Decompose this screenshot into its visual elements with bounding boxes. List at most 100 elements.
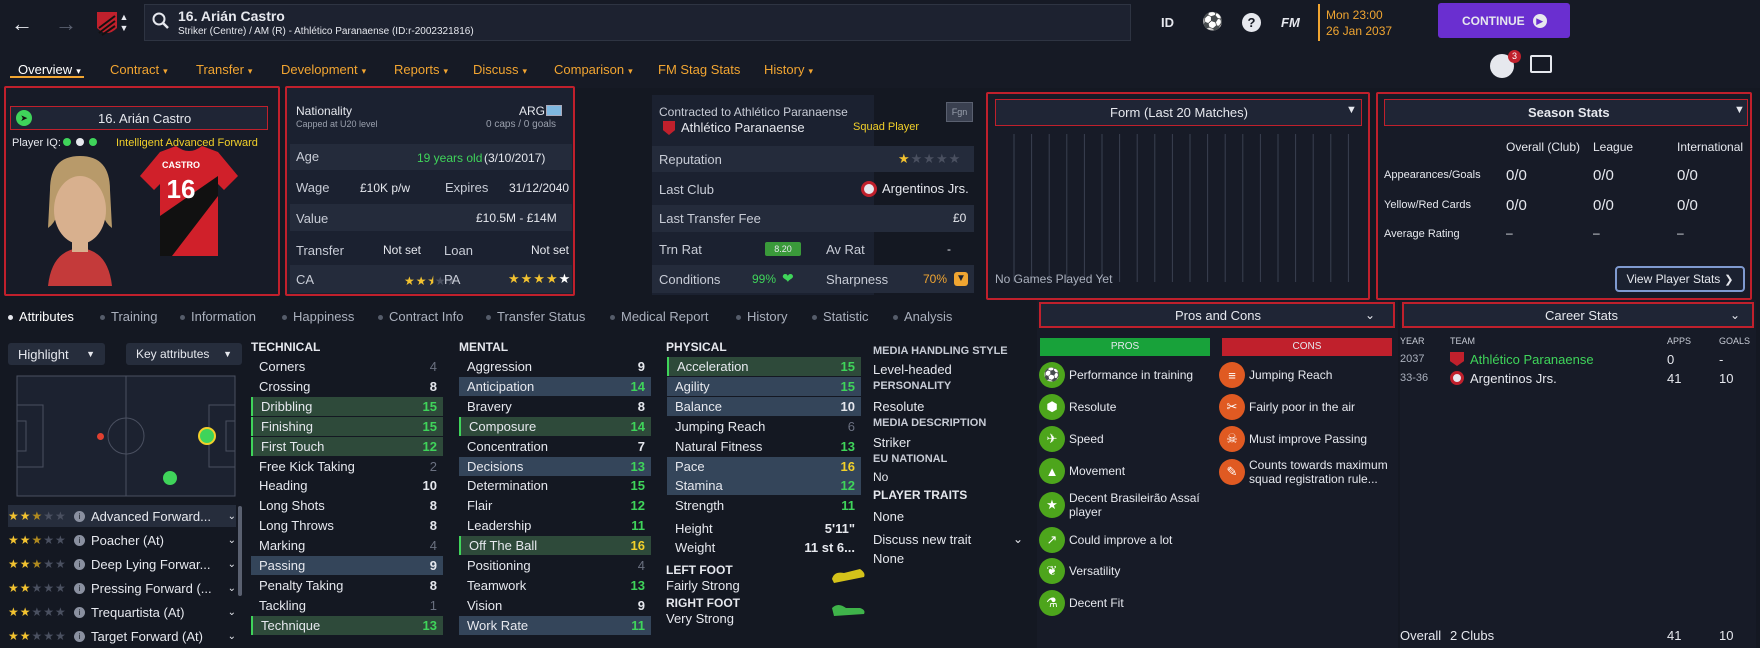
career-team[interactable]: Argentinos Jrs. [1470,371,1557,386]
attr-concentration[interactable]: Concentration 7 [459,437,651,456]
continue-button[interactable]: CONTINUE ▶ [1438,3,1570,38]
tab-contract-info[interactable]: Contract Info [378,309,463,324]
attr-anticipation[interactable]: Anticipation 14 [459,376,651,396]
club-crest-icon[interactable] [96,10,118,38]
attr-tackling[interactable]: Tackling 1 [251,596,443,615]
info-icon[interactable]: i [74,606,85,618]
shirt-number: 16 [166,174,196,204]
attr-acceleration[interactable]: Acceleration 15 [667,357,861,376]
role-item[interactable]: ★★★★★ i Pressing Forward (... ⌄ [8,577,236,599]
attr-long-throws[interactable]: Long Throws 8 [251,516,443,535]
info-icon[interactable]: i [74,558,85,570]
attr-value: 12 [422,438,437,454]
role-item[interactable]: ★★★★★ i Target Forward (At) ⌄ [8,625,236,647]
media-style-value: Level-headed [873,362,952,377]
attr-vision[interactable]: Vision 9 [459,596,651,615]
attr-decisions[interactable]: Decisions 13 [459,456,651,476]
career-team[interactable]: Athlético Paranaense [1470,352,1594,367]
chevron-down-icon: ⌄ [227,582,236,594]
attr-positioning[interactable]: Positioning 4 [459,556,651,575]
tab-attributes[interactable]: Attributes [8,309,74,324]
position-dot-red [97,433,104,440]
tab-transfer-status[interactable]: Transfer Status [486,309,585,324]
attr-corners[interactable]: Corners 4 [251,357,443,376]
attr-value: 9 [637,597,645,613]
tab-medical-report[interactable]: Medical Report [610,309,708,324]
attr-agility[interactable]: Agility 15 [667,376,861,396]
attr-dribbling[interactable]: Dribbling 15 [251,396,443,416]
tab-training[interactable]: Training [100,309,157,324]
attr-value: 9 [637,359,645,374]
fgn-badge[interactable]: Fgn [946,102,973,122]
last-club-value[interactable]: Argentinos Jrs. [882,181,969,196]
nav-item-comparison[interactable]: Comparison ▾ [554,62,633,77]
attr-crossing[interactable]: Crossing 8 [251,377,443,396]
attr-finishing[interactable]: Finishing 15 [251,416,443,436]
key-attributes-dropdown[interactable]: Key attributes ▼ [126,343,242,365]
attr-pace[interactable]: Pace 16 [667,456,861,476]
info-icon[interactable]: i [74,582,85,594]
attr-penalty-taking[interactable]: Penalty Taking 8 [251,576,443,595]
tab-analysis[interactable]: Analysis [893,309,952,324]
attr-marking[interactable]: Marking 4 [251,536,443,555]
attr-natural-fitness[interactable]: Natural Fitness 13 [667,437,861,456]
attr-value: 7 [637,438,645,454]
attr-determination[interactable]: Determination 15 [459,476,651,495]
screen-icon[interactable] [1530,55,1552,73]
back-arrow-icon[interactable]: ← [10,13,34,37]
attr-off-the-ball[interactable]: Off The Ball 16 [459,536,651,556]
attr-jumping-reach[interactable]: Jumping Reach 6 [667,417,861,436]
attr-passing[interactable]: Passing 9 [251,556,443,575]
highlight-dropdown[interactable]: Highlight ▼ [8,343,105,365]
tab-statistic[interactable]: Statistic [812,309,869,324]
nav-item-history[interactable]: History ▾ [764,62,813,77]
attr-stamina[interactable]: Stamina 12 [667,476,861,496]
id-icon[interactable]: ID [1161,15,1174,30]
attr-leadership[interactable]: Leadership 11 [459,516,651,535]
attr-aggression[interactable]: Aggression 9 [459,357,651,376]
nav-item-discuss[interactable]: Discuss ▾ [473,62,527,77]
attr-work-rate[interactable]: Work Rate 11 [459,615,651,635]
nav-item-contract[interactable]: Contract ▾ [110,62,168,77]
role-item[interactable]: ★★★★★ i Poacher (At) ⌄ [8,529,236,551]
roles-scrollbar[interactable] [238,506,242,596]
nav-item-reports[interactable]: Reports ▾ [394,62,448,77]
info-icon[interactable]: i [74,534,85,546]
tab-information[interactable]: Information [180,309,256,324]
attr-long-shots[interactable]: Long Shots 8 [251,496,443,515]
forward-arrow-icon[interactable]: → [54,13,78,37]
attr-name: Marking [259,538,306,554]
attr-composure[interactable]: Composure 14 [459,416,651,436]
date-line1: Mon 23:00 [1326,8,1383,22]
tab-happiness[interactable]: Happiness [282,309,354,324]
attr-heading[interactable]: Heading 10 [251,476,443,495]
attr-flair[interactable]: Flair 12 [459,496,651,515]
attr-balance[interactable]: Balance 10 [667,396,861,416]
tab-history[interactable]: History [736,309,787,324]
chevron-updown-icon[interactable]: ▲ ▼ [118,12,130,36]
nav-item-development[interactable]: Development ▾ [281,62,366,77]
pro-item: Resolute [1069,400,1117,414]
info-icon[interactable]: i [74,630,85,642]
view-player-stats-button[interactable]: View Player Stats ❯ [1615,266,1745,292]
attr-technique[interactable]: Technique 13 [251,615,443,635]
club-name[interactable]: Athlético Paranaense [681,120,805,135]
nav-item-transfer[interactable]: Transfer ▾ [196,62,252,77]
attr-value: 8 [429,518,437,534]
nav-item-fm-stag-stats[interactable]: FM Stag Stats [658,62,740,77]
fm-icon[interactable]: FM [1281,15,1300,30]
attr-bravery[interactable]: Bravery 8 [459,397,651,416]
attr-teamwork[interactable]: Teamwork 13 [459,576,651,595]
world-icon[interactable]: ⚽ [1202,13,1223,33]
info-icon[interactable]: i [74,510,85,522]
help-icon[interactable]: ? [1242,13,1261,32]
role-item[interactable]: ★★★★★ i Advanced Forward... ⌄ [8,505,236,527]
attr-first-touch[interactable]: First Touch 12 [251,436,443,456]
season-cell: – [1677,226,1684,240]
nav-item-overview[interactable]: Overview ▾ [18,62,81,77]
attr-free-kick-taking[interactable]: Free Kick Taking 2 [251,457,443,476]
role-item[interactable]: ★★★★★ i Deep Lying Forwar... ⌄ [8,553,236,575]
attr-strength[interactable]: Strength 11 [667,496,861,515]
discuss-trait-dropdown[interactable]: Discuss new trait ⌄ [873,530,1023,548]
role-item[interactable]: ★★★★★ i Trequartista (At) ⌄ [8,601,236,623]
